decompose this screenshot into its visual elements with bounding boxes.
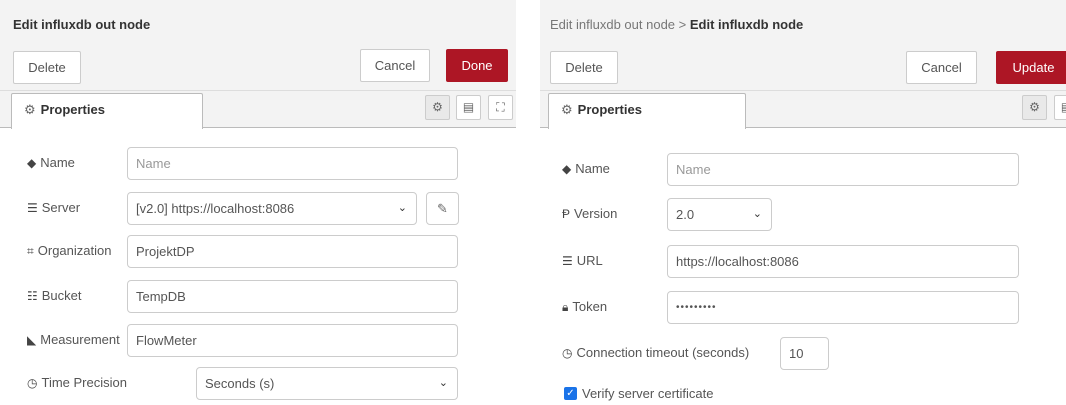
measurement-row: ◣ Measurement FlowMeter: [0, 324, 516, 358]
update-button[interactable]: Update: [996, 51, 1066, 84]
tray-header: Edit influxdb out node: [0, 0, 516, 43]
time-precision-value: Seconds (s): [205, 376, 275, 391]
breadcrumb: Edit influxdb out node > Edit influxdb n…: [550, 17, 803, 32]
tab-label: Properties: [40, 102, 105, 117]
label-text: Measurement: [40, 332, 120, 347]
name-label: ◆ Name: [27, 155, 75, 170]
verify-cert-checkbox[interactable]: ✓: [564, 387, 577, 400]
label-text: Time Precision: [41, 375, 127, 390]
time-precision-row: ◷ Time Precision Seconds (s) ⌄: [0, 367, 516, 401]
done-button[interactable]: Done: [446, 49, 508, 82]
tab-properties[interactable]: ⚙ Properties: [11, 93, 203, 129]
name-label: ◆ Name: [562, 161, 610, 176]
server-icon: ☰: [27, 201, 38, 215]
bucket-row: ☷ Bucket TempDB: [0, 280, 516, 314]
measurement-label: ◣ Measurement: [27, 332, 120, 347]
cancel-button[interactable]: Cancel: [360, 49, 430, 82]
tray-toolbar: Delete Cancel Done: [0, 43, 516, 91]
lock-icon: 🔒︎: [562, 300, 569, 314]
label-text: Bucket: [41, 288, 82, 303]
verify-cert-row: ✓ Verify server certificate: [540, 378, 1066, 405]
breadcrumb-parent[interactable]: Edit influxdb out node: [550, 17, 675, 32]
edit-influxdb-config-tray: Edit influxdb out node > Edit influxdb n…: [540, 0, 1066, 405]
name-input[interactable]: Name: [127, 147, 458, 180]
version-label: Ᵽ Version: [562, 206, 617, 221]
server-icon: ☰: [562, 254, 573, 268]
label-text: Name: [575, 161, 610, 176]
code-fork-icon: Ᵽ: [562, 207, 571, 221]
rss-icon: ◣: [27, 333, 37, 347]
tray-header: Edit influxdb out node > Edit influxdb n…: [540, 0, 1066, 43]
tabs-bar: ⚙ Properties ⚙ ▤ ⛶: [0, 91, 516, 129]
description-icon[interactable]: ▤: [456, 95, 481, 120]
verify-cert-label: Verify server certificate: [582, 386, 714, 401]
tab-label: Properties: [577, 102, 642, 117]
tag-icon: ◆: [27, 156, 37, 170]
gear-icon: ⚙: [24, 102, 36, 117]
label-text: Connection timeout (seconds): [576, 345, 750, 360]
delete-button[interactable]: Delete: [13, 51, 81, 84]
tray-title: Edit influxdb out node: [13, 17, 150, 32]
label-text: Version: [574, 206, 618, 221]
server-value: [v2.0] https://localhost:8086: [136, 201, 295, 216]
connection-timeout-row: ◷ Connection timeout (seconds) 10: [540, 337, 1066, 371]
sitemap-icon: ⌗: [27, 244, 34, 258]
chevron-down-icon: ⌄: [752, 208, 762, 220]
edit-influxdb-out-node-tray: Edit influxdb out node Delete Cancel Don…: [0, 0, 516, 405]
url-input[interactable]: https://localhost:8086: [667, 245, 1019, 278]
connection-timeout-input[interactable]: 10: [780, 337, 829, 370]
time-precision-label: ◷ Time Precision: [27, 375, 127, 390]
version-value: 2.0: [676, 207, 695, 222]
connection-timeout-label: ◷ Connection timeout (seconds): [562, 345, 749, 360]
token-row: 🔒︎ Token •••••••••: [540, 291, 1066, 325]
pencil-icon: ✎: [437, 201, 448, 216]
tab-properties[interactable]: ⚙ Properties: [548, 93, 746, 129]
breadcrumb-separator: >: [678, 17, 687, 32]
label-text: Server: [41, 200, 81, 215]
bucket-label: ☷ Bucket: [27, 288, 82, 303]
name-row: ◆ Name Name: [0, 147, 516, 181]
database-icon: ☷: [27, 289, 38, 303]
measurement-input[interactable]: FlowMeter: [127, 324, 458, 357]
organization-label: ⌗ Organization: [27, 243, 111, 259]
tag-icon: ◆: [562, 162, 572, 176]
appearance-icon[interactable]: ⛶: [488, 95, 513, 120]
chevron-down-icon: ⌄: [397, 202, 407, 214]
server-select[interactable]: [v2.0] https://localhost:8086 ⌄: [127, 192, 417, 225]
description-icon[interactable]: ▤: [1054, 95, 1066, 120]
server-row: ☰ Server [v2.0] https://localhost:8086 ⌄ …: [0, 192, 516, 226]
label-text: Name: [40, 155, 75, 170]
label-text: Token: [572, 299, 608, 314]
chevron-down-icon: ⌄: [438, 377, 448, 389]
cancel-button[interactable]: Cancel: [906, 51, 977, 84]
clock-icon: ◷: [562, 346, 573, 360]
edit-server-button[interactable]: ✎: [426, 192, 459, 225]
name-input[interactable]: Name: [667, 153, 1019, 186]
gear-icon[interactable]: ⚙: [425, 95, 450, 120]
bucket-input[interactable]: TempDB: [127, 280, 458, 313]
gear-icon[interactable]: ⚙: [1022, 95, 1047, 120]
tabs-bar: ⚙ Properties ⚙ ▤: [540, 91, 1066, 129]
version-select[interactable]: 2.0 ⌄: [667, 198, 772, 231]
url-label: ☰ URL: [562, 253, 603, 268]
token-input[interactable]: •••••••••: [667, 291, 1019, 324]
clock-icon: ◷: [27, 376, 38, 390]
tray-toolbar: Delete Cancel Update: [540, 43, 1066, 91]
label-text: Organization: [37, 243, 112, 258]
time-precision-select[interactable]: Seconds (s) ⌄: [196, 367, 458, 400]
gear-icon: ⚙: [561, 102, 573, 117]
delete-button[interactable]: Delete: [550, 51, 618, 84]
name-row: ◆ Name Name: [540, 153, 1066, 187]
server-label: ☰ Server: [27, 200, 80, 215]
label-text: URL: [576, 253, 603, 268]
page-title: Edit influxdb node: [689, 17, 804, 32]
organization-row: ⌗ Organization ProjektDP: [0, 235, 516, 269]
url-row: ☰ URL https://localhost:8086: [540, 245, 1066, 279]
page-title: Edit influxdb out node: [13, 17, 151, 32]
organization-input[interactable]: ProjektDP: [127, 235, 458, 268]
token-label: 🔒︎ Token: [562, 299, 607, 315]
version-row: Ᵽ Version 2.0 ⌄: [540, 198, 1066, 232]
